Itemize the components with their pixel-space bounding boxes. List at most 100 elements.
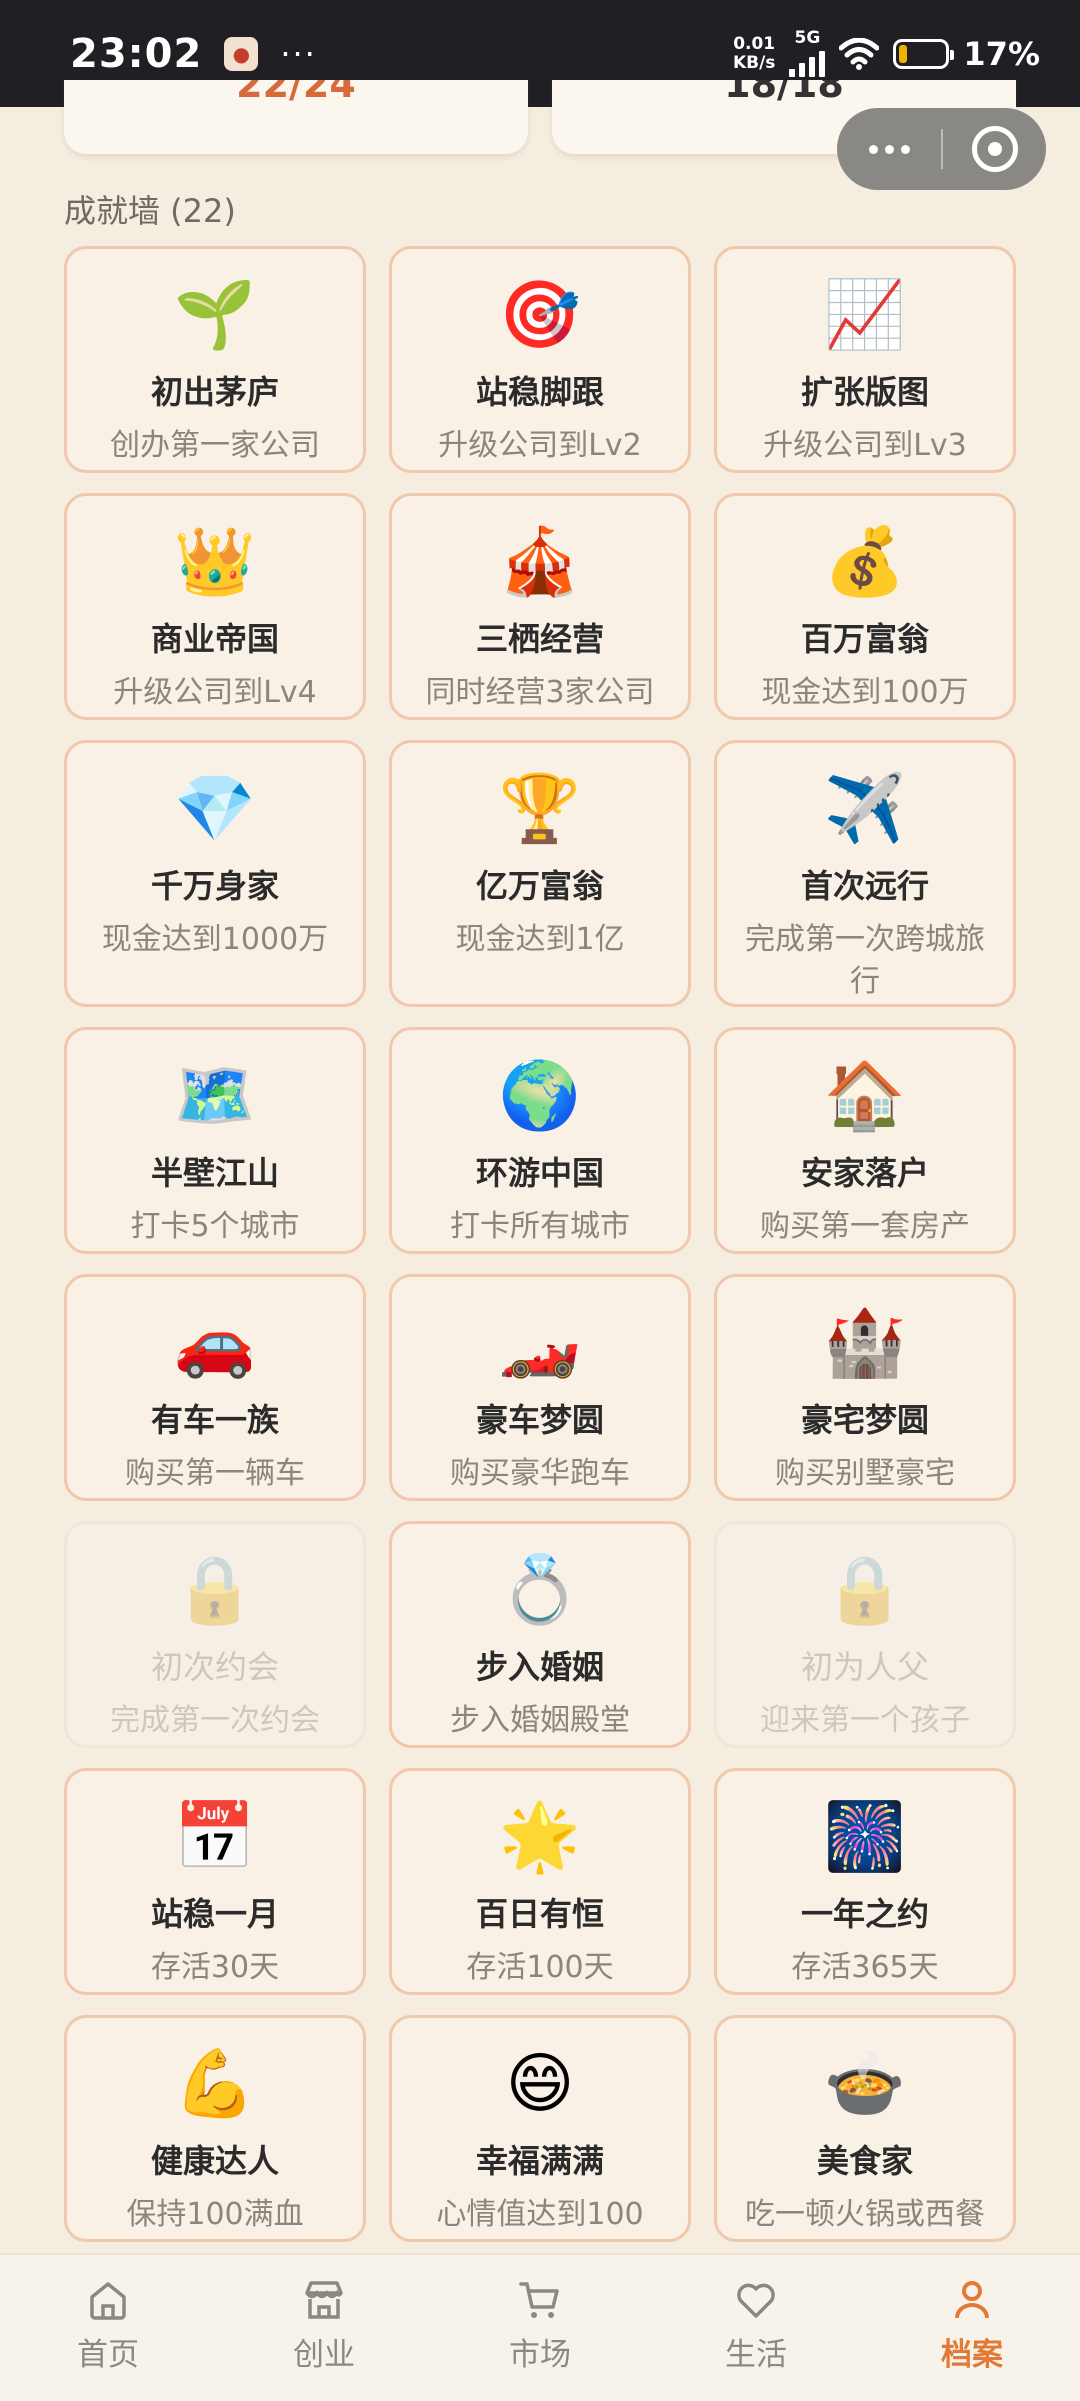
achievement-card[interactable]: 🔒 初为人父迎来第一个孩子 bbox=[714, 1521, 1016, 1748]
crown-icon: 👑 bbox=[173, 523, 257, 600]
achievement-card[interactable]: 👑 商业帝国 升级公司到Lv4 bbox=[64, 493, 366, 720]
achievement-description: 打卡所有城市 bbox=[450, 1209, 630, 1244]
achievement-title: 初次约会 bbox=[150, 1648, 279, 1686]
tab-shop[interactable]: 创业 bbox=[216, 2255, 432, 2374]
achievement-card[interactable]: 🗺️ 半壁江山打卡5个城市 bbox=[64, 1027, 366, 1254]
app-notification-icon: ● bbox=[224, 36, 259, 71]
achievement-description: 现金达到1000万 bbox=[101, 922, 329, 957]
achievement-title: 步入婚姻 bbox=[475, 1648, 604, 1686]
tab-heart[interactable]: 生活 bbox=[648, 2255, 864, 2374]
ring-icon: 💍 bbox=[498, 1551, 582, 1628]
achievement-description: 购买豪华跑车 bbox=[450, 1456, 630, 1491]
achievement-card[interactable]: ✈️ 首次远行 完成第一次跨城旅行 bbox=[714, 740, 1016, 1007]
achievement-card[interactable]: 🎆 一年之约 存活365天 bbox=[714, 1768, 1016, 1995]
tab-profile[interactable]: 档案 bbox=[864, 2255, 1080, 2374]
seedling-icon: 🌱 bbox=[173, 276, 257, 353]
hotpot-icon: 🍲 bbox=[823, 2045, 907, 2122]
heart-icon bbox=[733, 2277, 779, 2323]
achievement-card[interactable]: 💰 百万富翁 现金达到100万 bbox=[714, 493, 1016, 720]
lock-icon: 🔒 bbox=[823, 1551, 907, 1628]
achievement-description: 保持100满血 bbox=[126, 2197, 304, 2232]
achievement-title: 有车一族 bbox=[150, 1401, 279, 1439]
achievement-card[interactable]: 📅 站稳一月 存活30天 bbox=[64, 1768, 366, 1995]
achievement-card[interactable]: 🔒 初次约会完成第一次约会 bbox=[64, 1521, 366, 1748]
achievement-card[interactable]: 💎 千万身家现金达到1000万 bbox=[64, 740, 366, 1007]
castle-icon: 🏰 bbox=[823, 1304, 907, 1381]
achievement-description: 存活100天 bbox=[466, 1950, 614, 1985]
achievement-card[interactable]: 🏰 豪宅梦圆 购买别墅豪宅 bbox=[714, 1274, 1016, 1501]
more-options-button[interactable] bbox=[837, 144, 941, 154]
achievement-title: 商业帝国 bbox=[150, 620, 279, 658]
house-icon: 🏠 bbox=[823, 1057, 907, 1134]
achievement-description: 购买第一套房产 bbox=[760, 1209, 970, 1244]
achievement-title: 健康达人 bbox=[150, 2142, 279, 2180]
achievement-card[interactable]: 🏎️ 豪车梦圆 购买豪华跑车 bbox=[389, 1274, 691, 1501]
achievement-card[interactable]: 🎪 三栖经营同时经营3家公司 bbox=[389, 493, 691, 720]
achievement-wall-title: 成就墙 (22) bbox=[64, 192, 236, 230]
calendar-icon: 📅 bbox=[173, 1798, 257, 1875]
stat-card-left: 22/24 bbox=[64, 80, 528, 154]
achievement-description: 心情值达到100 bbox=[436, 2197, 644, 2232]
achievement-title: 初为人父 bbox=[800, 1648, 929, 1686]
achievement-card[interactable]: 🏠 安家落户购买第一套房产 bbox=[714, 1027, 1016, 1254]
achievement-card[interactable]: 😄 幸福满满 心情值达到100 bbox=[389, 2015, 691, 2242]
profile-icon bbox=[949, 2277, 995, 2323]
achievement-card[interactable]: 💪 健康达人保持100满血 bbox=[64, 2015, 366, 2242]
close-ring-icon bbox=[971, 126, 1018, 172]
achievement-card[interactable]: 📈 扩张版图升级公司到Lv3 bbox=[714, 246, 1016, 473]
close-miniprogram-button[interactable] bbox=[943, 126, 1046, 172]
achievement-description: 同时经营3家公司 bbox=[425, 675, 655, 710]
achievement-description: 升级公司到Lv2 bbox=[438, 428, 642, 463]
network-speed: 0.01 KB/s bbox=[733, 34, 775, 73]
gem-icon: 💎 bbox=[173, 770, 257, 847]
achievement-description: 购买别墅豪宅 bbox=[775, 1456, 955, 1491]
achievement-title: 三栖经营 bbox=[475, 620, 604, 658]
achievement-title: 扩张版图 bbox=[800, 373, 929, 411]
tab-cart[interactable]: 市场 bbox=[432, 2255, 648, 2374]
signal-icon bbox=[789, 47, 826, 77]
achievement-title: 千万身家 bbox=[150, 867, 279, 905]
achievement-description: 升级公司到Lv3 bbox=[763, 428, 967, 463]
cart-icon bbox=[517, 2277, 563, 2323]
achievement-card[interactable]: 🎯 站稳脚跟 升级公司到Lv2 bbox=[389, 246, 691, 473]
muscle-icon: 💪 bbox=[173, 2045, 257, 2122]
bottom-nav: 首页 创业 市场 生活 档案 bbox=[0, 2253, 1080, 2401]
tab-home[interactable]: 首页 bbox=[0, 2255, 216, 2374]
achievement-title: 首次远行 bbox=[800, 867, 929, 905]
smile-icon: 😄 bbox=[505, 2045, 575, 2122]
achievement-description: 打卡5个城市 bbox=[130, 1209, 300, 1244]
tab-label: 档案 bbox=[941, 2337, 1003, 2373]
achievement-card[interactable]: 🏆 亿万富翁 现金达到1亿 bbox=[389, 740, 691, 1007]
stat-card-right-value: 18/18 bbox=[724, 80, 844, 106]
achievement-description: 迎来第一个孩子 bbox=[760, 1703, 970, 1738]
home-icon bbox=[85, 2277, 131, 2323]
achievement-title: 百日有恒 bbox=[475, 1895, 604, 1933]
battery-icon bbox=[893, 38, 955, 69]
achievement-title: 环游中国 bbox=[475, 1154, 604, 1192]
achievement-card[interactable]: 💍 步入婚姻 步入婚姻殿堂 bbox=[389, 1521, 691, 1748]
achievement-card[interactable]: 🌟 百日有恒存活100天 bbox=[389, 1768, 691, 1995]
achievement-description: 现金达到100万 bbox=[761, 675, 969, 710]
tab-label: 生活 bbox=[725, 2337, 787, 2373]
circus-tent-icon: 🎪 bbox=[498, 523, 582, 600]
fireworks-icon: 🎆 bbox=[823, 1798, 907, 1875]
achievement-card[interactable]: 🚗 有车一族 购买第一辆车 bbox=[64, 1274, 366, 1501]
miniprogram-capsule bbox=[837, 108, 1046, 190]
achievement-title: 豪车梦圆 bbox=[475, 1401, 604, 1439]
star-icon: 🌟 bbox=[498, 1798, 582, 1875]
lock-icon: 🔒 bbox=[173, 1551, 257, 1628]
map-icon: 🗺️ bbox=[173, 1057, 257, 1134]
achievement-title: 安家落户 bbox=[800, 1154, 929, 1192]
achievement-title: 半壁江山 bbox=[150, 1154, 279, 1192]
achievement-description: 吃一顿火锅或西餐 bbox=[745, 2197, 985, 2232]
shop-icon bbox=[301, 2277, 347, 2323]
chart-up-icon: 📈 bbox=[823, 276, 907, 353]
tab-label: 市场 bbox=[509, 2337, 571, 2373]
achievement-description: 完成第一次跨城旅行 bbox=[745, 922, 985, 999]
achievement-card[interactable]: 🌱 初出茅庐 创办第一家公司 bbox=[64, 246, 366, 473]
trophy-icon: 🏆 bbox=[498, 770, 582, 847]
achievement-description: 完成第一次约会 bbox=[110, 1703, 320, 1738]
achievement-card[interactable]: 🌍 环游中国 打卡所有城市 bbox=[389, 1027, 691, 1254]
achievement-title: 美食家 bbox=[816, 2142, 913, 2180]
achievement-card[interactable]: 🍲 美食家吃一顿火锅或西餐 bbox=[714, 2015, 1016, 2242]
